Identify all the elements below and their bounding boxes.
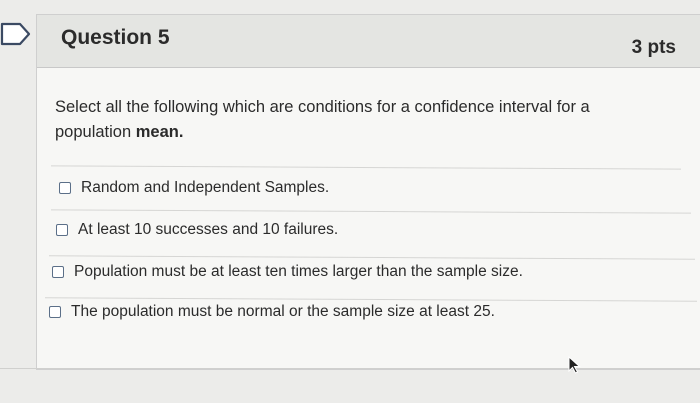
answer-option[interactable]: Random and Independent Samples. <box>59 179 329 197</box>
divider <box>45 297 697 302</box>
checkbox-icon[interactable] <box>49 306 61 318</box>
checkbox-icon[interactable] <box>52 266 64 278</box>
question-card: Question 5 3 pts Select all the followin… <box>36 14 700 370</box>
mouse-pointer-icon <box>568 356 581 374</box>
page-bottom-divider <box>0 368 700 369</box>
answer-label: Random and Independent Samples. <box>81 179 330 196</box>
answer-label: The population must be normal or the sam… <box>71 303 495 320</box>
flag-question-icon[interactable] <box>0 20 34 48</box>
quiz-screen: Question 5 3 pts Select all the followin… <box>0 0 700 403</box>
prompt-bold-text: mean. <box>135 123 184 141</box>
answer-option[interactable]: At least 10 successes and 10 failures. <box>56 221 338 239</box>
checkbox-icon[interactable] <box>56 224 68 236</box>
divider <box>51 209 691 214</box>
checkbox-icon[interactable] <box>59 182 71 194</box>
answer-option[interactable]: The population must be normal or the sam… <box>49 303 495 321</box>
answer-label: Population must be at least ten times la… <box>74 263 523 280</box>
divider <box>49 255 695 260</box>
question-prompt: Select all the following which are condi… <box>55 95 655 145</box>
divider <box>51 165 681 170</box>
question-header: Question 5 3 pts <box>37 15 700 68</box>
answer-option[interactable]: Population must be at least ten times la… <box>52 263 523 281</box>
question-points: 3 pts <box>631 37 676 58</box>
question-title: Question 5 <box>61 26 170 49</box>
answer-label: At least 10 successes and 10 failures. <box>78 221 339 238</box>
